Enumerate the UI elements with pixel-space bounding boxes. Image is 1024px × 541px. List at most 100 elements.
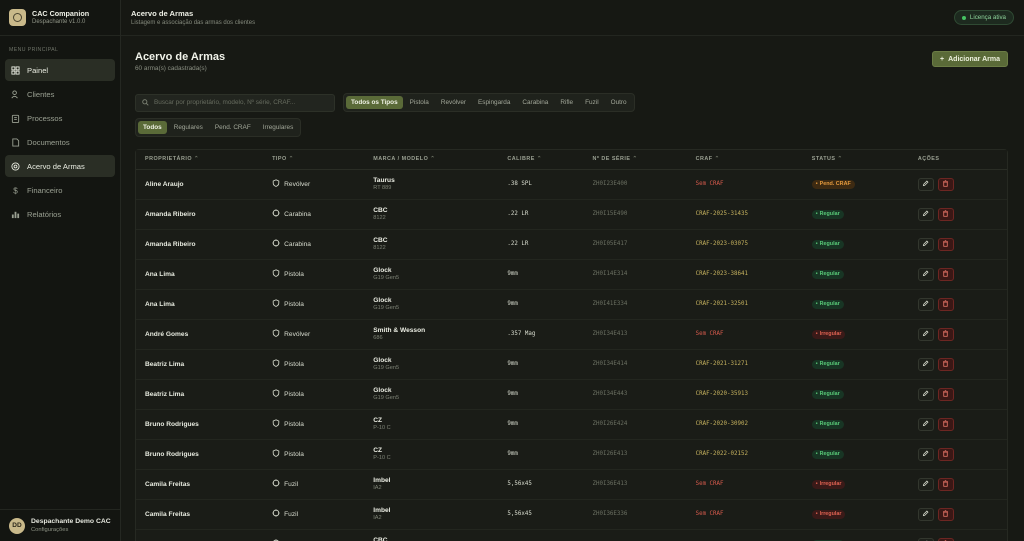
sidebar-item-relatorios[interactable]: Relatórios (5, 203, 115, 225)
type-filter-3[interactable]: Espingarda (473, 96, 515, 109)
topbar-title: Acervo de Armas (131, 8, 194, 18)
status-badge: •Regular (811, 299, 844, 309)
search-input[interactable]: Buscar por proprietário, modelo, Nº séri… (135, 93, 335, 112)
add-weapon-button[interactable]: + Adicionar Arma (932, 51, 1008, 67)
status-filter-3[interactable]: Irregulares (258, 121, 299, 134)
table-row[interactable]: Amanda Ribeiro Carabina CBC 8122.22 LR ZH0I1… (136, 199, 1007, 230)
plus-icon: + (940, 55, 945, 63)
table-row[interactable]: Camila Freitas Fuzil Imbel IA2 5,56x45 ZH0I36… (136, 469, 1007, 500)
delete-button[interactable] (937, 237, 954, 251)
caliber-cell: .22 LR (498, 229, 584, 260)
craf-cell: CRAF-2023-03075 (686, 229, 803, 260)
column-header[interactable]: TIPO ⌃ (263, 150, 365, 170)
status-filter-0[interactable]: Todos (138, 121, 167, 134)
sidebar-item-financeiro[interactable]: $ Financeiro (5, 179, 115, 201)
type-wrap: Revólver (272, 179, 364, 189)
column-header[interactable]: CRAF ⌃ (686, 150, 803, 170)
sidebar-item-clientes[interactable]: Clientes (5, 83, 115, 105)
model-name: P-10 C (373, 454, 391, 461)
type-cell: Carabina (263, 199, 365, 230)
status-label: Regular (819, 391, 840, 397)
column-header[interactable]: PROPRIETÁRIO ⌃ (136, 150, 264, 170)
sort-chevron-icon: ⌃ (536, 156, 542, 163)
table-row[interactable]: Bruno Rodrigues Pistola CZ P-10 C 9mm ZH0I26E… (136, 439, 1007, 470)
model-name: G19 Gen5 (373, 304, 400, 311)
delete-button[interactable] (937, 507, 954, 521)
type-filter-0[interactable]: Todos os Tipos (346, 96, 403, 109)
type-wrap: Pistola (272, 419, 364, 429)
owner-cell: Bruno Rodrigues (136, 439, 264, 470)
delete-button[interactable] (937, 477, 954, 491)
type-filter-6[interactable]: Fuzil (580, 96, 604, 109)
type-filter-1[interactable]: Pistola (405, 96, 434, 109)
sidebar-item-painel[interactable]: Painel (5, 59, 115, 81)
serial-cell: ZH0I34E413 (583, 319, 687, 350)
edit-button[interactable] (917, 357, 934, 371)
brand-model-cell: CZ P-10 C (364, 409, 499, 440)
settings-link[interactable]: Configurações (31, 526, 111, 534)
column-header[interactable]: CALIBRE ⌃ (498, 150, 584, 170)
edit-button[interactable] (917, 267, 934, 281)
sidebar-item-documentos[interactable]: Documentos (5, 131, 115, 153)
serial-cell: ZH0I34E443 (583, 379, 687, 410)
status-filter-1[interactable]: Regulares (169, 121, 208, 134)
brand-name: Smith & Wesson (373, 326, 426, 334)
delete-button[interactable] (937, 267, 954, 281)
brand: CAC Companion Despachante v1.0.0 (0, 0, 120, 36)
table-row[interactable]: Bruno Rodrigues Pistola CZ P-10 C 9mm ZH0I26E… (136, 409, 1007, 440)
table-row[interactable]: Beatriz Lima Pistola Glock G19 Gen5 9mm ZH0I3… (136, 379, 1007, 410)
column-header[interactable]: STATUS ⌃ (802, 150, 909, 170)
sidebar-item-processos[interactable]: Processos (5, 107, 115, 129)
table-row[interactable]: Camila Freitas Fuzil Imbel IA2 5,56x45 ZH0I36… (136, 499, 1007, 530)
shield-icon (272, 359, 280, 369)
owner-cell: Camila Freitas (136, 499, 264, 530)
status-badge: • Irregular (811, 329, 846, 339)
delete-button[interactable] (937, 327, 954, 341)
user-profile[interactable]: DD Despachante Demo CAC Configurações (0, 509, 120, 541)
trash-icon (942, 299, 949, 309)
edit-button[interactable] (917, 537, 934, 541)
column-header[interactable]: Nº DE SÉRIE ⌃ (583, 150, 687, 170)
table-row[interactable]: Beatriz Lima Pistola Glock G19 Gen5 9mm ZH0I3… (136, 349, 1007, 380)
sidebar-item-acervo-de-armas[interactable]: Acervo de Armas (5, 155, 115, 177)
edit-button[interactable] (917, 417, 934, 431)
status-label: Irregular (819, 481, 842, 487)
edit-button[interactable] (917, 387, 934, 401)
type-filter-4[interactable]: Carabina (517, 96, 553, 109)
type-filter-5[interactable]: Rifle (555, 96, 578, 109)
craf-cell: CRAF-2025-31435 (686, 199, 803, 230)
edit-button[interactable] (917, 447, 934, 461)
table-row[interactable]: Aline Araujo Revólver Taurus RT 889.38 SPL Z… (136, 169, 1007, 200)
sidebar-nav: Painel Clientes Processos Documentos Acervo … (0, 59, 120, 225)
delete-button[interactable] (937, 177, 954, 191)
delete-button[interactable] (937, 447, 954, 461)
delete-button[interactable] (937, 537, 954, 541)
delete-button[interactable] (937, 297, 954, 311)
status-label: Regular (819, 361, 840, 367)
table-row[interactable]: Carla RibeiroCarabinaCBC8122.22 LRZH0I35… (136, 529, 1007, 541)
table-row[interactable]: Ana Lima Pistola Glock G19 Gen5 9mm ZH0I14E31… (136, 259, 1007, 290)
app-version: Despachante v1.0.0 (32, 19, 86, 25)
crosshair-icon (272, 509, 280, 519)
edit-button[interactable] (917, 327, 934, 341)
edit-button[interactable] (917, 477, 934, 491)
edit-button[interactable] (917, 297, 934, 311)
delete-button[interactable] (937, 357, 954, 371)
delete-button[interactable] (937, 387, 954, 401)
document-icon (11, 137, 20, 147)
delete-button[interactable] (937, 207, 954, 221)
edit-button[interactable] (917, 507, 934, 521)
status-filter-2[interactable]: Pend. CRAF (210, 121, 256, 134)
type-filter-2[interactable]: Revólver (436, 96, 471, 109)
column-header-label: CRAF (695, 156, 713, 163)
edit-button[interactable] (917, 207, 934, 221)
table-row[interactable]: Ana Lima Pistola Glock G19 Gen5 9mm ZH0I41E33… (136, 289, 1007, 320)
type-filter-7[interactable]: Outro (606, 96, 632, 109)
edit-button[interactable] (917, 237, 934, 251)
table-row[interactable]: André Gomes Revólver Smith & Wesson 686.357… (136, 319, 1007, 350)
sort-chevron-icon: ⌃ (430, 156, 436, 163)
edit-button[interactable] (917, 177, 934, 191)
table-row[interactable]: Amanda Ribeiro Carabina CBC 8122.22 LR ZH0I0… (136, 229, 1007, 260)
column-header[interactable]: MARCA / MODELO ⌃ (364, 150, 499, 170)
delete-button[interactable] (937, 417, 954, 431)
